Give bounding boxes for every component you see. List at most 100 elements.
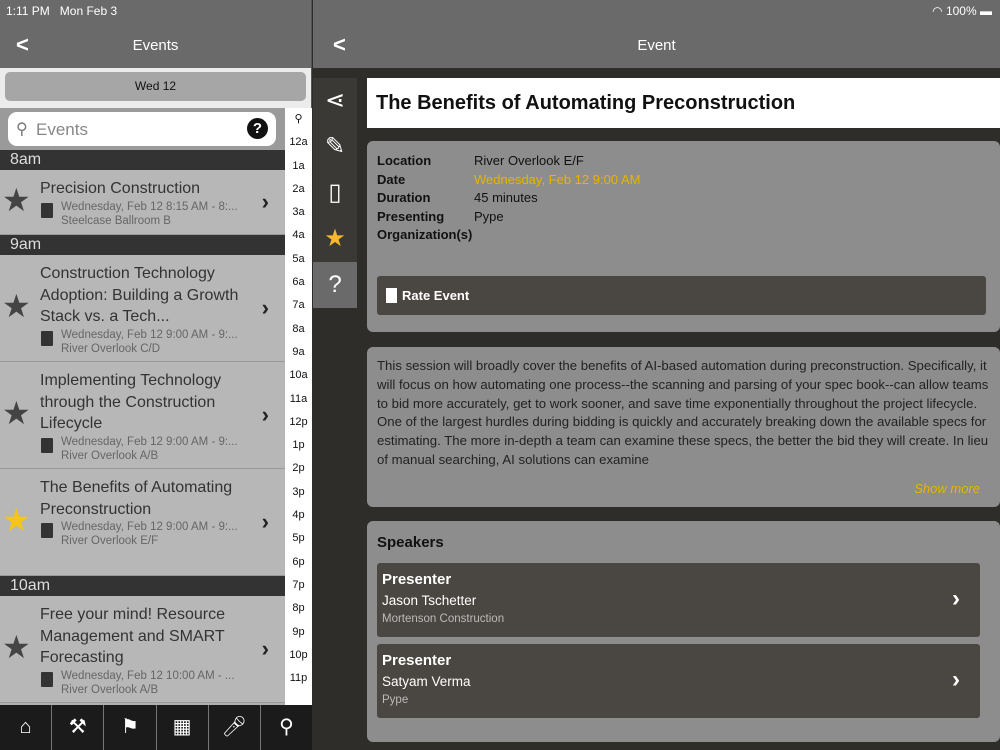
status-time: 1:11 PM Mon Feb 3 [6, 4, 118, 18]
index-item[interactable]: 1p [285, 434, 312, 457]
star-icon[interactable]: ★ [2, 287, 31, 325]
star-icon[interactable]: ★ [2, 394, 31, 432]
index-item[interactable]: 4a [285, 224, 312, 247]
clipboard-icon [41, 437, 53, 453]
battery: ◠ 100% ▬ [932, 4, 992, 18]
clipboard-icon [41, 202, 53, 218]
detail-label: Date [377, 171, 406, 187]
index-item[interactable]: 6a [285, 271, 312, 294]
chevron-right-icon: › [261, 635, 269, 661]
search-input[interactable]: ⚲ Events ? [8, 112, 276, 146]
speakers-heading: Speakers [377, 534, 444, 551]
index-item[interactable]: 10p [285, 644, 312, 667]
clipboard-icon[interactable]: ▯ [313, 170, 357, 216]
pencil-icon[interactable]: ✎ [313, 124, 357, 170]
speaker-item[interactable]: Presenter Jason Tschetter Mortenson Constr… [377, 563, 980, 637]
share-icon[interactable]: ⋖ [313, 78, 357, 124]
home-icon[interactable]: ⌂ [0, 705, 51, 750]
detail-label: Duration [377, 190, 431, 205]
star-icon[interactable]: ★ [2, 181, 31, 219]
help-icon[interactable]: ? [313, 262, 357, 308]
speaker-org: Pype [382, 694, 409, 706]
index-item[interactable]: 5a [285, 248, 312, 271]
action-strip: ⋖ ✎ ▯ ★ ? [313, 78, 357, 308]
chevron-right-icon: › [952, 666, 960, 693]
rate-event-button[interactable]: Rate Event [377, 276, 986, 315]
list-item[interactable]: ★ Implementing Technology through the Co… [0, 362, 285, 469]
detail-value: Wednesday, Feb 12 9:00 AM [474, 171, 641, 187]
event-title: The Benefits of Automating Preconstructi… [40, 479, 233, 518]
index-item[interactable]: 3p [285, 481, 312, 504]
nav-title: Events [132, 37, 179, 54]
detail-row: Duration 45 minutes [377, 189, 640, 208]
time-index[interactable]: ⚲ 12a 1a 2a 3a 4a 5a 6a 7a 8a 9a 10a 11a 12p 1p 2p 3p 4p 5… [285, 108, 312, 705]
list-item[interactable]: ★ Free your mind! Resource Management an… [0, 596, 285, 703]
event-title: Free your mind! Resource Management and … [40, 606, 225, 666]
index-search-icon[interactable]: ⚲ [285, 108, 312, 131]
speaker-name: Satyam Verma [382, 674, 471, 689]
index-item[interactable]: 2p [285, 457, 312, 480]
index-item[interactable]: 11p [285, 667, 312, 690]
speaker-name: Jason Tschetter [382, 593, 477, 608]
speakers-icon[interactable]: 🎤︎ [207, 705, 260, 750]
show-more-link[interactable]: Show more [914, 480, 980, 499]
event-title: Construction Technology Adoption: Buildi… [40, 265, 239, 325]
status-bar: 1:11 PM Mon Feb 3 ◠ 100% ▬ [0, 0, 1000, 20]
search-icon[interactable]: ⚲ [259, 705, 312, 750]
index-item[interactable]: 3a [285, 201, 312, 224]
event-list: 8am ★ Precision Construction Wednesday, … [0, 150, 285, 703]
exhibitors-icon[interactable]: ⚒ [51, 705, 103, 750]
index-item[interactable]: 6p [285, 551, 312, 574]
index-item[interactable]: 1a [285, 155, 312, 178]
chevron-right-icon: › [261, 188, 269, 214]
index-item[interactable]: 7p [285, 574, 312, 597]
index-item[interactable]: 12p [285, 411, 312, 434]
index-item[interactable]: 7a [285, 294, 312, 317]
detail-row: Date Wednesday, Feb 12 9:00 AM [377, 171, 640, 190]
section-header: 9am [0, 235, 285, 255]
list-item[interactable]: ★ The Benefits of Automating Preconstruc… [0, 469, 285, 576]
index-item[interactable]: 4p [285, 504, 312, 527]
clipboard-icon [41, 671, 53, 687]
search-icon: ⚲ [16, 121, 28, 138]
event-details: Location River Overlook E/F Date Wednesday,… [367, 141, 1000, 332]
list-item[interactable]: ★ Precision Construction Wednesday, Feb … [0, 170, 285, 235]
description-text: This session will broadly cover the bene… [377, 358, 989, 467]
date-tabs: Wed 12 [0, 68, 311, 108]
description: This session will broadly cover the bene… [367, 347, 1000, 507]
speaker-item[interactable]: Presenter Satyam Verma Pype › [377, 644, 980, 718]
event-time: Wednesday, Feb 12 9:00 AM - 9:... [61, 521, 238, 533]
sessions-icon[interactable]: ▦ [155, 705, 208, 750]
detail-value: 45 minutes [474, 190, 538, 205]
clipboard-icon [386, 288, 397, 303]
tab-bar: ⌂ ⚒ ⚑ ▦ 🎤︎ ⚲ [0, 705, 312, 750]
event-title: Precision Construction [40, 180, 201, 197]
event-time: Wednesday, Feb 12 8:15 AM - 8:... [61, 200, 238, 213]
clipboard-icon [41, 523, 53, 538]
star-icon[interactable]: ★ [2, 628, 31, 666]
detail-row: Location River Overlook E/F [377, 152, 640, 171]
detail-row: Presenting Organization(s) Pype [377, 208, 640, 245]
detail-label: Presenting Organization(s) [377, 208, 473, 243]
index-item[interactable]: 9a [285, 341, 312, 364]
floorplan-icon[interactable]: ⚑ [103, 705, 155, 750]
chevron-right-icon: › [952, 585, 960, 612]
search-row: ⚲ Events ? [0, 108, 285, 150]
list-item[interactable]: ★ Construction Technology Adoption: Buil… [0, 255, 285, 362]
index-item[interactable]: 8p [285, 597, 312, 620]
help-icon[interactable]: ? [247, 118, 268, 139]
event-time: Wednesday, Feb 12 10:00 AM - ... [61, 669, 235, 682]
index-item[interactable]: 10a [285, 364, 312, 387]
date-tab[interactable]: Wed 12 [5, 72, 306, 101]
star-icon[interactable]: ★ [313, 216, 357, 262]
section-header: 10am [0, 576, 285, 596]
index-item[interactable]: 9p [285, 621, 312, 644]
index-item[interactable]: 5p [285, 527, 312, 550]
event-title: The Benefits of Automating Preconstructi… [367, 78, 1000, 128]
index-item[interactable]: 12a [285, 131, 312, 154]
events-panel: < Events Wed 12 ⚲ Events ? ⚲ 12a 1a 2a 3a 4a 5… [0, 0, 312, 750]
star-icon[interactable]: ★ [2, 501, 31, 539]
index-item[interactable]: 11a [285, 388, 312, 411]
index-item[interactable]: 8a [285, 318, 312, 341]
index-item[interactable]: 2a [285, 178, 312, 201]
